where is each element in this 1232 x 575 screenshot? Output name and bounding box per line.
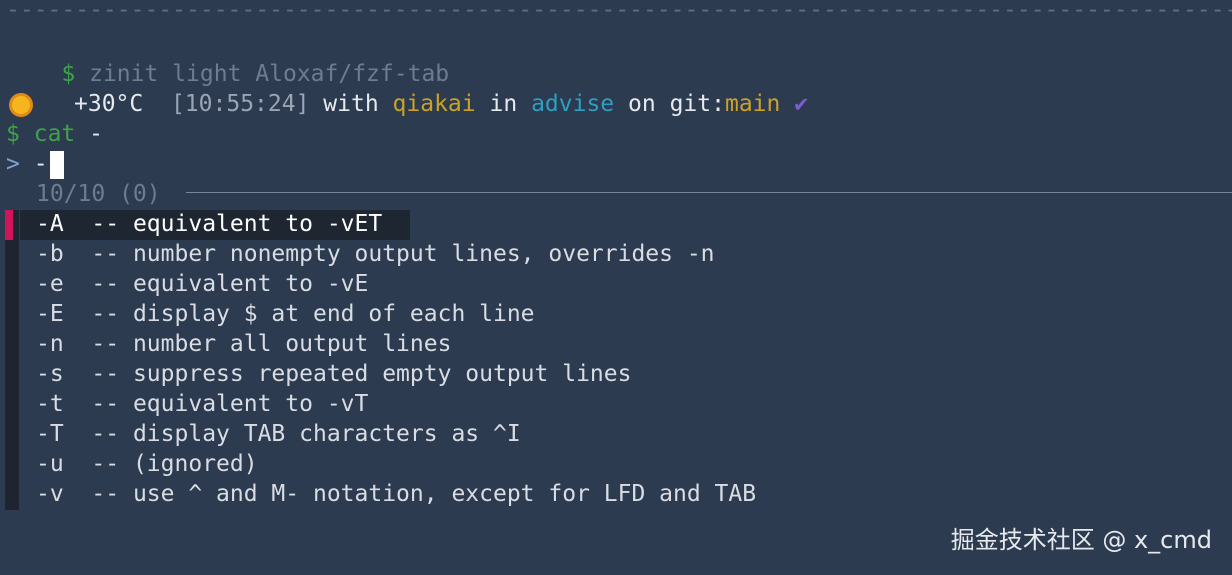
with-word: with xyxy=(323,91,379,117)
option-description: equivalent to -vT xyxy=(132,391,369,417)
fzf-query-line[interactable]: > - xyxy=(6,149,64,179)
option-flag: -n xyxy=(36,331,64,357)
checkmark-icon: ✔ xyxy=(794,91,809,117)
clock: [10:55:24] xyxy=(170,91,310,117)
option-description: equivalent to -vET xyxy=(132,211,383,237)
option-description: suppress repeated empty output lines xyxy=(132,361,632,387)
option-description: equivalent to -vE xyxy=(132,271,369,297)
option-flag: -A xyxy=(36,211,64,237)
option-description: use ^ and M- notation, except for LFD an… xyxy=(132,481,757,507)
option-flag: -E xyxy=(36,301,64,327)
git-branch: main xyxy=(724,91,781,117)
command-arg: - xyxy=(89,121,103,147)
option-flag: -v xyxy=(36,481,64,507)
option-flag: -s xyxy=(36,361,64,387)
on-word: on xyxy=(628,91,656,117)
option-description: number all output lines xyxy=(132,331,452,357)
option-row[interactable]: -e -- equivalent to -vE xyxy=(36,269,368,299)
query-input[interactable]: - xyxy=(34,151,48,177)
query-prompt: > xyxy=(6,151,20,177)
history-command: zinit light Aloxaf/fzf-tab xyxy=(89,61,450,87)
option-description: display TAB characters as ^I xyxy=(132,421,521,447)
prompt-symbol: $ xyxy=(6,121,20,147)
option-row[interactable]: -T -- display TAB characters as ^I xyxy=(36,419,521,449)
terminal-window[interactable]: ----------------------------------------… xyxy=(0,0,1232,575)
match-counter: 10/10 (0) xyxy=(36,181,161,207)
option-description: number nonempty output lines, overrides … xyxy=(132,241,715,267)
option-flag: -u xyxy=(36,451,64,477)
option-row[interactable]: -u -- (ignored) xyxy=(36,449,258,479)
option-flag: -e xyxy=(36,271,64,297)
option-row[interactable]: -b -- number nonempty output lines, over… xyxy=(36,239,715,269)
option-row[interactable]: -s -- suppress repeated empty output lin… xyxy=(36,359,631,389)
option-row[interactable]: -v -- use ^ and M- notation, except for … xyxy=(36,479,756,509)
list-gutter xyxy=(5,210,19,510)
git-label: git: xyxy=(669,91,725,117)
user-name: qiakai xyxy=(392,91,476,117)
option-description: (ignored) xyxy=(132,451,258,477)
sun-icon xyxy=(12,95,30,114)
separator-line: ----------------------------------------… xyxy=(6,0,1232,20)
option-description: display $ at end of each line xyxy=(132,301,535,327)
status-line: +30°C [10:55:24] with qiakai in advise o… xyxy=(0,89,808,119)
counter-divider xyxy=(186,192,1232,193)
history-prompt: $ xyxy=(61,61,76,87)
watermark: 掘金技术社区 @ x_cmd xyxy=(950,526,1212,554)
temperature: +30°C xyxy=(74,91,144,117)
command-name: cat xyxy=(33,121,76,147)
option-flag: -t xyxy=(36,391,64,417)
option-row[interactable]: -E -- display $ at end of each line xyxy=(36,299,535,329)
option-flag: -T xyxy=(36,421,64,447)
option-flag: -b xyxy=(36,241,64,267)
history-line: $ zinit light Aloxaf/fzf-tab xyxy=(6,29,449,87)
option-row[interactable]: -t -- equivalent to -vT xyxy=(36,389,368,419)
in-word: in xyxy=(489,91,518,117)
command-line[interactable]: $ cat - xyxy=(6,119,103,149)
option-row[interactable]: -A -- equivalent to -vET xyxy=(36,209,382,239)
text-cursor xyxy=(49,150,64,179)
selection-marker xyxy=(5,210,13,240)
option-row[interactable]: -n -- number all output lines xyxy=(36,329,451,359)
directory-name: advise xyxy=(531,91,615,117)
